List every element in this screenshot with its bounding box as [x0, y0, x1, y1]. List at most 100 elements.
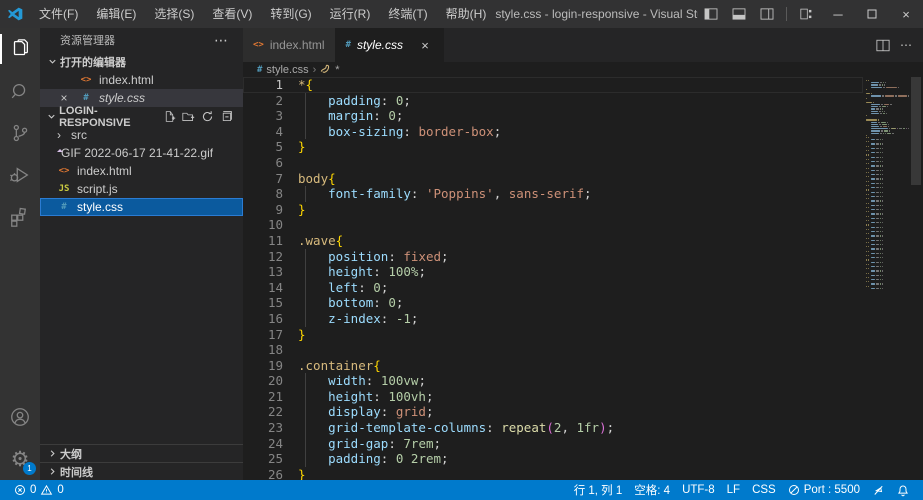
close-icon[interactable]: × [56, 91, 72, 105]
language-mode[interactable]: CSS [746, 480, 782, 500]
menu-go[interactable]: 转到(G) [261, 0, 320, 28]
code-text: grid-template-columns: repeat(2, 1fr); [283, 420, 614, 436]
code-line[interactable]: 8 font-family: 'Poppins', sans-serif; [243, 186, 863, 202]
code-editor[interactable]: 1*{2 padding: 0;3 margin: 0;4 box-sizing… [243, 77, 863, 480]
code-text: grid-gap: 7rem; [283, 436, 441, 452]
code-line[interactable]: 22 display: grid; [243, 404, 863, 420]
toggle-secondary-sidebar-icon[interactable] [754, 1, 780, 27]
code-line[interactable]: 12 position: fixed; [243, 249, 863, 265]
code-line[interactable]: 7body{ [243, 171, 863, 187]
run-debug-icon[interactable] [0, 154, 40, 196]
code-line[interactable]: 17} [243, 327, 863, 343]
line-number: 2 [243, 93, 283, 109]
settings-gear-icon[interactable]: ⚙ 1 [0, 438, 40, 480]
code-line[interactable]: 6 [243, 155, 863, 171]
menu-file[interactable]: 文件(F) [30, 0, 87, 28]
indentation-setting[interactable]: 空格: 4 [628, 480, 676, 500]
cursor-position[interactable]: 行 1, 列 1 [568, 480, 629, 500]
breadcrumb-file[interactable]: style.css [266, 64, 308, 76]
line-number: 14 [243, 280, 283, 296]
line-number: 17 [243, 327, 283, 343]
code-line[interactable]: 13 height: 100%; [243, 264, 863, 280]
eol-setting[interactable]: LF [721, 480, 746, 500]
code-line[interactable]: 5} [243, 139, 863, 155]
code-line[interactable]: 11.wave{ [243, 233, 863, 249]
code-text: bottom: 0; [283, 295, 403, 311]
code-text: } [283, 327, 306, 343]
code-line[interactable]: 23 grid-template-columns: repeat(2, 1fr)… [243, 420, 863, 436]
menu-view[interactable]: 查看(V) [203, 0, 261, 28]
breadcrumb-symbol[interactable]: * [335, 64, 339, 76]
problems-indicator[interactable]: 0 0 [8, 480, 70, 500]
menu-selection[interactable]: 选择(S) [145, 0, 203, 28]
explorer-icon[interactable] [0, 28, 40, 70]
extensions-icon[interactable] [0, 196, 40, 238]
line-number: 24 [243, 436, 283, 452]
more-actions-icon[interactable]: ⋯ [900, 38, 913, 52]
code-line[interactable]: 9} [243, 202, 863, 218]
code-line[interactable]: 4 box-sizing: border-box; [243, 124, 863, 140]
code-line[interactable]: 24 grid-gap: 7rem; [243, 436, 863, 452]
new-file-icon[interactable] [163, 110, 176, 123]
code-line[interactable]: 10 [243, 217, 863, 233]
code-line[interactable]: 2 padding: 0; [243, 93, 863, 109]
search-icon[interactable] [0, 70, 40, 112]
tree-item-gif-2022-06-17-21-41-22-gif[interactable]: GIF 2022-06-17 21-41-22.gif [40, 144, 243, 162]
open-editors-section[interactable]: 打开的编辑器 [40, 52, 243, 71]
tree-item-index-html[interactable]: <>index.html [40, 162, 243, 180]
open-editor-item[interactable]: <>index.html [40, 71, 243, 89]
line-number: 10 [243, 217, 283, 233]
new-folder-icon[interactable] [182, 110, 195, 123]
html-file-icon: <> [253, 40, 264, 50]
refresh-icon[interactable] [201, 110, 214, 123]
customize-layout-icon[interactable] [793, 1, 819, 27]
toggle-sidebar-icon[interactable] [698, 1, 724, 27]
tree-item-script-js[interactable]: JSscript.js [40, 180, 243, 198]
source-control-icon[interactable] [0, 112, 40, 154]
code-line[interactable]: 18 [243, 342, 863, 358]
tab-index.html[interactable]: <>index.html [243, 28, 336, 62]
code-line[interactable]: 15 bottom: 0; [243, 295, 863, 311]
folder-section[interactable]: LOGIN-RESPONSIVE [40, 107, 243, 126]
scrollbar-thumb[interactable] [911, 77, 921, 185]
maximize-button[interactable] [855, 0, 889, 28]
breadcrumb[interactable]: # style.css › * [243, 62, 923, 77]
editor-scrollbar[interactable] [909, 77, 923, 480]
menu-run[interactable]: 运行(R) [321, 0, 380, 28]
sidebar-more-actions-icon[interactable]: ⋯ [208, 32, 235, 49]
tree-item-src[interactable]: ›src [40, 126, 243, 144]
status-bar: 0 0 行 1, 列 1 空格: 4 UTF-8 LF CSS Port : 5… [0, 480, 923, 500]
code-line[interactable]: 19.container{ [243, 358, 863, 374]
menu-terminal[interactable]: 终端(T) [379, 0, 436, 28]
code-line[interactable]: 26} [243, 467, 863, 480]
code-line[interactable]: 20 width: 100vw; [243, 373, 863, 389]
code-line[interactable]: 1*{ [243, 77, 863, 93]
close-icon[interactable]: × [417, 38, 433, 53]
feedback-icon[interactable] [866, 480, 891, 500]
timeline-section[interactable]: 时间线 [40, 462, 243, 480]
minimap[interactable] [863, 77, 909, 480]
menu-edit[interactable]: 编辑(E) [87, 0, 145, 28]
code-line[interactable]: 25 padding: 0 2rem; [243, 451, 863, 467]
account-icon[interactable] [0, 396, 40, 438]
outline-section[interactable]: 大纲 [40, 444, 243, 462]
code-line[interactable]: 16 z-index: -1; [243, 311, 863, 327]
tree-item-style-css[interactable]: #style.css [40, 198, 243, 216]
live-server-port[interactable]: Port : 5500 [782, 480, 866, 500]
toggle-panel-icon[interactable] [726, 1, 752, 27]
code-line[interactable]: 14 left: 0; [243, 280, 863, 296]
code-line[interactable]: 21 height: 100vh; [243, 389, 863, 405]
close-button[interactable]: × [889, 0, 923, 28]
split-editor-icon[interactable] [876, 39, 890, 52]
encoding-setting[interactable]: UTF-8 [676, 480, 721, 500]
line-number: 26 [243, 467, 283, 480]
code-line[interactable]: 3 margin: 0; [243, 108, 863, 124]
minimize-button[interactable]: ─ [821, 0, 855, 28]
line-number: 6 [243, 155, 283, 171]
tab-style.css[interactable]: #style.css× [336, 28, 444, 62]
code-text: display: grid; [283, 404, 434, 420]
html-file-icon: <> [78, 75, 94, 85]
menu-help[interactable]: 帮助(H) [437, 0, 496, 28]
collapse-all-icon[interactable] [220, 110, 233, 123]
notifications-bell-icon[interactable] [891, 480, 915, 500]
